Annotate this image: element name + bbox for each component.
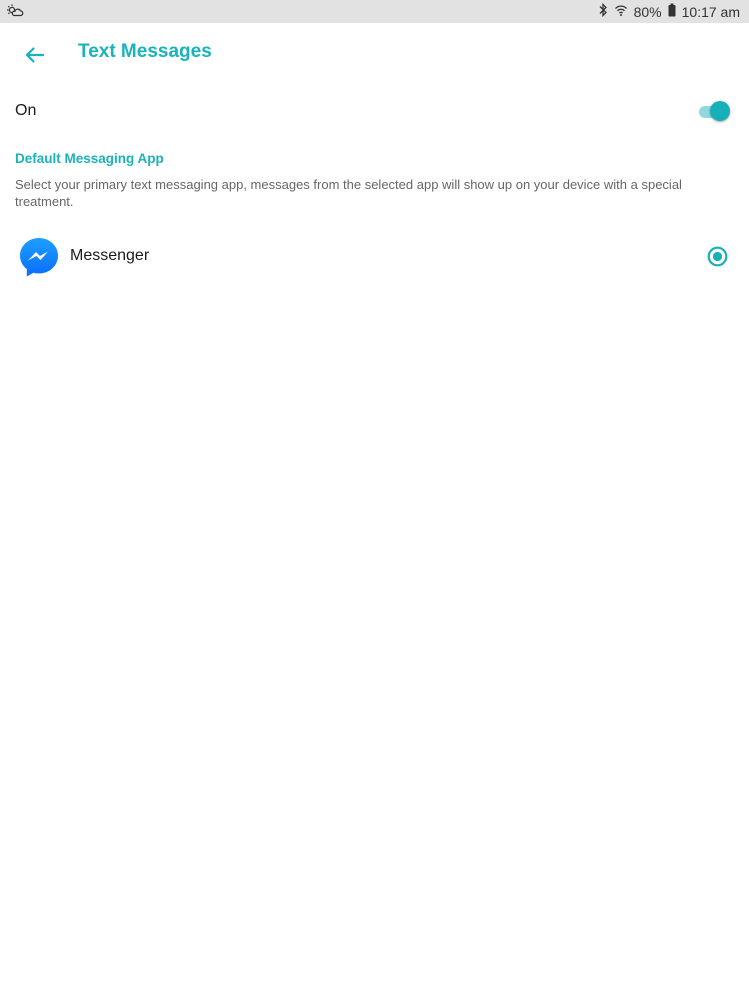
section-title: Default Messaging App xyxy=(15,151,164,166)
back-arrow-icon[interactable] xyxy=(21,41,49,69)
enable-switch[interactable] xyxy=(697,100,733,122)
battery-percent: 80% xyxy=(633,3,662,20)
weather-cloud-icon xyxy=(6,3,24,19)
toggle-label: On xyxy=(15,102,37,119)
messenger-icon xyxy=(18,236,60,278)
wifi-icon xyxy=(614,3,628,20)
page-title: Text Messages xyxy=(78,41,212,62)
section-description: Select your primary text messaging app, … xyxy=(15,177,682,209)
status-bar: 80% 10:17 am xyxy=(0,0,749,23)
enable-toggle-row[interactable]: On xyxy=(0,90,749,134)
radio-selected-icon[interactable] xyxy=(707,246,728,267)
status-time: 10:17 am xyxy=(681,3,740,20)
app-name: Messenger xyxy=(70,247,150,264)
switch-thumb xyxy=(710,101,730,121)
app-option-messenger[interactable]: Messenger xyxy=(0,230,749,284)
battery-icon xyxy=(668,3,676,20)
app-bar: Text Messages xyxy=(0,23,749,85)
bluetooth-icon xyxy=(598,2,608,20)
